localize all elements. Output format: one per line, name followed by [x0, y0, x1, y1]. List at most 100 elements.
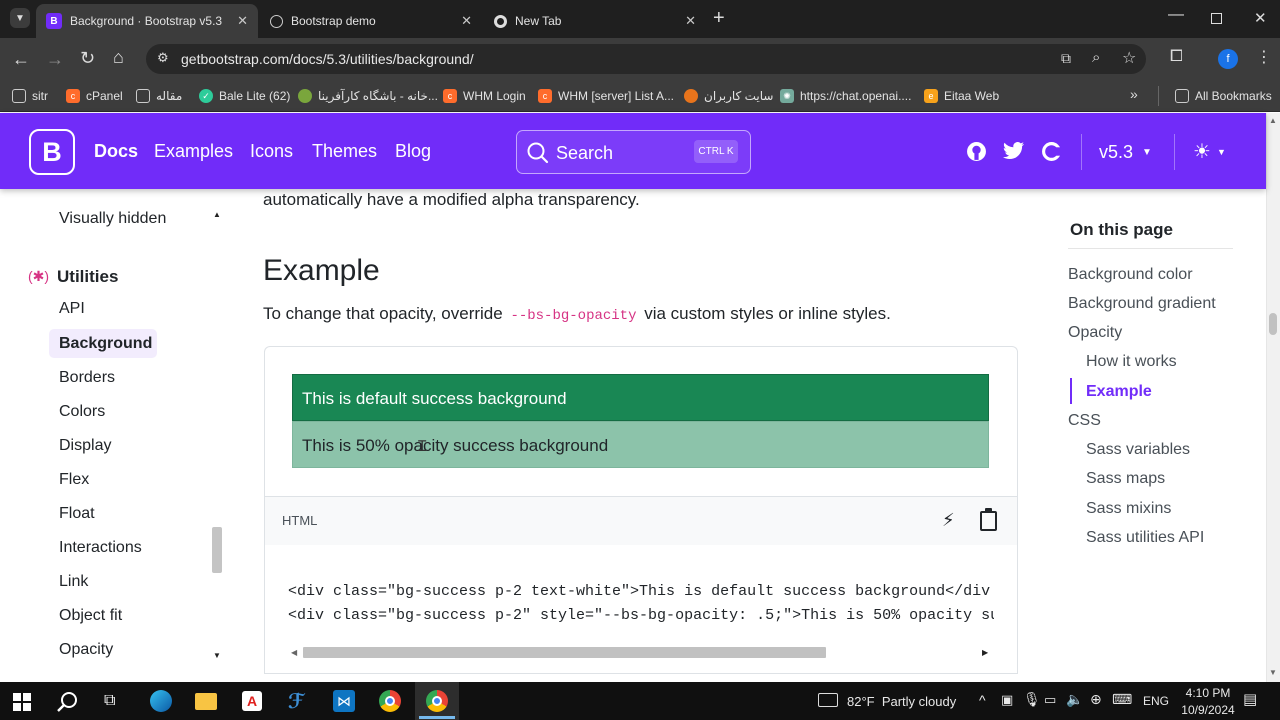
weather-text[interactable]: 82°F Partly cloudy — [847, 694, 956, 709]
tab-new-tab[interactable]: New Tab ✕ — [484, 4, 706, 38]
notifications-icon[interactable]: ▤ — [1243, 690, 1257, 708]
input-language[interactable]: ENG — [1143, 694, 1169, 708]
toc-sass-maps[interactable]: Sass maps — [1086, 470, 1165, 488]
sidebar-scrollbar-thumb[interactable] — [212, 527, 222, 573]
toc-background-gradient[interactable]: Background gradient — [1068, 295, 1216, 313]
forward-arrow-icon[interactable]: → — [46, 49, 64, 70]
sidebar-item-borders[interactable]: Borders — [59, 369, 115, 387]
page-scrollbar[interactable] — [1266, 113, 1280, 682]
reload-icon[interactable]: ↻ — [80, 48, 95, 69]
stackblitz-lightning-icon[interactable]: ⚡ — [942, 510, 955, 531]
sidebar-item-opacity[interactable]: Opacity — [59, 641, 113, 659]
page-scrollbar-thumb[interactable] — [1269, 313, 1277, 335]
maximize-icon[interactable] — [1211, 13, 1222, 24]
task-view-icon[interactable]: ⧉ — [104, 692, 115, 710]
sidebar-item-display[interactable]: Display — [59, 437, 111, 455]
filezilla-icon[interactable]: ℱ — [288, 689, 304, 714]
bookmark-bale[interactable]: ✓ Bale Lite (62) — [199, 80, 290, 112]
zoom-icon[interactable]: ⌕ — [1092, 49, 1100, 66]
sidebar-item-api[interactable]: API — [59, 300, 85, 318]
profile-avatar[interactable]: f — [1218, 49, 1238, 69]
volume-icon[interactable]: 🔈 — [1066, 691, 1083, 708]
nav-examples[interactable]: Examples — [154, 141, 233, 162]
code-scroll-left-arrow-icon[interactable]: ◀ — [291, 648, 297, 657]
sidebar-item-interactions[interactable]: Interactions — [59, 539, 142, 557]
close-icon[interactable]: ✕ — [461, 13, 472, 29]
vscode-icon[interactable]: ⋈ — [333, 690, 355, 712]
nav-icons[interactable]: Icons — [250, 141, 293, 162]
theme-toggle[interactable]: ☀ ▼ — [1193, 139, 1226, 164]
close-icon[interactable]: ✕ — [237, 13, 248, 29]
sidebar-item-flex[interactable]: Flex — [59, 471, 89, 489]
version-dropdown[interactable]: v5.3 ▼ — [1099, 142, 1152, 163]
extensions-icon[interactable]: ⧠ — [1170, 48, 1183, 66]
network-icon[interactable]: ▭ — [1044, 692, 1056, 708]
microphone-icon[interactable]: 🎙 — [1023, 691, 1041, 708]
toc-sass-mixins[interactable]: Sass mixins — [1086, 500, 1171, 518]
chrome-taskbar-icon[interactable] — [426, 690, 448, 712]
toc-sass-variables[interactable]: Sass variables — [1086, 441, 1190, 459]
tab-search-icon[interactable]: ▼ — [10, 8, 30, 28]
bookmark-karafarina[interactable]: خانه - باشگاه کارآفرینا... — [298, 80, 438, 112]
bookmark-maghale[interactable]: مقاله — [136, 80, 182, 112]
toc-example[interactable]: Example — [1086, 383, 1152, 401]
home-icon[interactable]: ⌂ — [113, 47, 124, 68]
bookmark-cpanel[interactable]: c cPanel — [66, 80, 123, 112]
sidebar-item-visually-hidden[interactable]: Visually hidden — [59, 210, 166, 228]
toc-sass-utilities-api[interactable]: Sass utilities API — [1086, 529, 1204, 547]
site-info-icon[interactable]: ⚙ — [157, 50, 169, 66]
close-icon[interactable]: ✕ — [685, 13, 696, 29]
bookmark-star-icon[interactable]: ☆ — [1122, 48, 1136, 68]
copy-clipboard-icon[interactable] — [980, 508, 997, 531]
nav-blog[interactable]: Blog — [395, 141, 431, 162]
more-bookmarks-chevron-icon[interactable]: » — [1130, 86, 1138, 102]
sidebar-scroll-down-arrow-icon[interactable]: ▼ — [213, 651, 221, 660]
sidebar-item-float[interactable]: Float — [59, 505, 95, 523]
tab-bootstrap-demo[interactable]: Bootstrap demo ✕ — [260, 4, 482, 38]
opencollective-icon[interactable] — [1041, 141, 1062, 162]
tab-background-bootstrap[interactable]: B Background · Bootstrap v5.3 ✕ — [36, 4, 258, 38]
chrome-taskbar-icon[interactable] — [379, 690, 401, 712]
sidebar-scrollbar[interactable] — [210, 207, 224, 665]
file-explorer-icon[interactable] — [195, 693, 217, 710]
page-scrollbar-down-arrow-icon[interactable]: ▼ — [1269, 668, 1277, 677]
minimize-icon[interactable]: — — [1168, 6, 1184, 24]
keyboard-icon[interactable]: ⌨ — [1112, 691, 1132, 708]
back-arrow-icon[interactable]: ← — [12, 49, 30, 70]
tray-chevron-up-icon[interactable]: ^ — [979, 692, 986, 708]
clock-time[interactable]: 4:10 PM — [1183, 686, 1233, 700]
new-tab-plus-icon[interactable]: + — [713, 7, 725, 30]
sidebar-item-object-fit[interactable]: Object fit — [59, 607, 122, 625]
bookmark-eitaa[interactable]: e Eitaa Web — [924, 80, 999, 112]
github-icon[interactable] — [966, 141, 987, 162]
bookmark-chatgpt[interactable]: ✺ https://chat.openai.... — [780, 80, 911, 112]
toc-background-color[interactable]: Background color — [1068, 266, 1193, 284]
sidebar-item-background[interactable]: Background — [59, 335, 152, 353]
tray-app-icon[interactable]: ▣ — [1001, 692, 1013, 708]
twitter-icon[interactable] — [1003, 142, 1025, 161]
page-scrollbar-up-arrow-icon[interactable]: ▲ — [1269, 116, 1277, 125]
edge-icon[interactable] — [150, 690, 172, 712]
globe-language-icon[interactable]: ⊕ — [1090, 691, 1102, 708]
acrobat-icon[interactable]: A — [242, 691, 262, 711]
nav-docs[interactable]: Docs — [94, 141, 138, 162]
windows-start-icon[interactable] — [13, 693, 31, 711]
sidebar-item-colors[interactable]: Colors — [59, 403, 105, 421]
window-close-icon[interactable]: ✕ — [1254, 9, 1267, 27]
bookmark-sitr[interactable]: sitr — [12, 80, 48, 112]
chrome-menu-icon[interactable]: ⋮ — [1256, 47, 1272, 67]
taskbar-search-icon[interactable] — [56, 690, 80, 714]
sidebar-scroll-up-arrow-icon[interactable]: ▲ — [213, 210, 221, 219]
install-app-icon[interactable]: ⧉ — [1061, 50, 1071, 67]
nav-themes[interactable]: Themes — [312, 141, 377, 162]
toc-how-it-works[interactable]: How it works — [1086, 353, 1177, 371]
bookmark-users-site[interactable]: سایت کاربران — [684, 80, 773, 112]
all-bookmarks[interactable]: All Bookmarks — [1175, 80, 1272, 112]
code-scroll-right-arrow-icon[interactable]: ▶ — [982, 648, 988, 657]
toc-opacity[interactable]: Opacity — [1068, 324, 1122, 342]
bootstrap-logo[interactable]: B — [29, 129, 75, 175]
bookmark-whm-server[interactable]: c WHM [server] List A... — [538, 80, 674, 112]
bookmark-whm-login[interactable]: c WHM Login — [443, 80, 526, 112]
sidebar-section-utilities[interactable]: Utilities — [57, 267, 118, 287]
toc-css[interactable]: CSS — [1068, 412, 1101, 430]
